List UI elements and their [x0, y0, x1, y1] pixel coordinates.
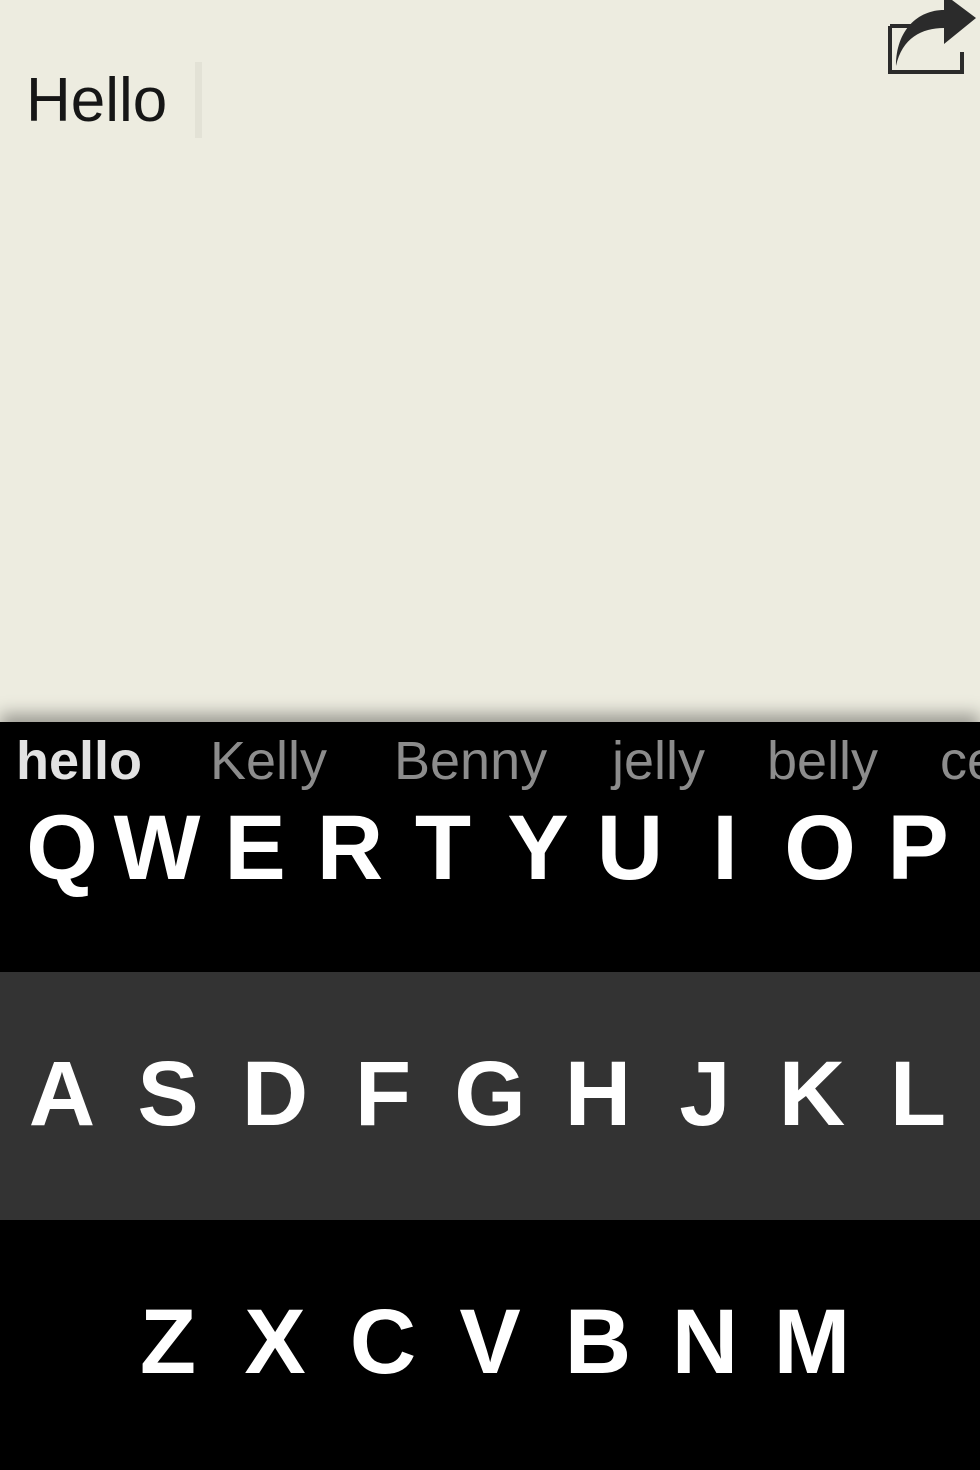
share-button[interactable]	[884, 0, 980, 80]
key-e[interactable]: E	[207, 798, 303, 898]
suggestion-item[interactable]: hello	[16, 728, 142, 794]
suggestion-item[interactable]: ce	[940, 728, 980, 794]
key-z[interactable]: Z	[120, 1292, 216, 1392]
text-cursor	[195, 62, 202, 138]
key-l[interactable]: L	[870, 1044, 966, 1144]
key-o[interactable]: O	[772, 798, 868, 898]
key-a[interactable]: A	[14, 1044, 110, 1144]
key-n[interactable]: N	[657, 1292, 753, 1392]
key-row-top: Q W E R T Y U I O P	[0, 798, 980, 972]
key-h[interactable]: H	[550, 1044, 646, 1144]
key-m[interactable]: M	[764, 1292, 860, 1392]
key-row-middle: A S D F G H J K L	[0, 972, 980, 1220]
key-c[interactable]: C	[335, 1292, 431, 1392]
key-i[interactable]: I	[677, 798, 773, 898]
key-k[interactable]: K	[764, 1044, 860, 1144]
key-s[interactable]: S	[120, 1044, 216, 1144]
note-text[interactable]: Hello	[26, 64, 167, 138]
key-t[interactable]: T	[395, 798, 491, 898]
key-w[interactable]: W	[109, 798, 205, 898]
key-b[interactable]: B	[550, 1292, 646, 1392]
key-f[interactable]: F	[335, 1044, 431, 1144]
suggestion-item[interactable]: Benny	[394, 728, 547, 794]
suggestion-bar: hello Kelly Benny jelly belly ce	[0, 722, 980, 802]
share-icon	[888, 0, 976, 74]
note-editor[interactable]: Hello	[0, 0, 980, 722]
key-d[interactable]: D	[227, 1044, 323, 1144]
key-r[interactable]: R	[302, 798, 398, 898]
key-row-bottom: Z X C V B N M	[0, 1220, 980, 1470]
suggestion-item[interactable]: Kelly	[210, 728, 327, 794]
key-j[interactable]: J	[657, 1044, 753, 1144]
key-g[interactable]: G	[442, 1044, 538, 1144]
key-y[interactable]: Y	[490, 798, 586, 898]
key-x[interactable]: X	[227, 1292, 323, 1392]
key-u[interactable]: U	[582, 798, 678, 898]
key-v[interactable]: V	[442, 1292, 538, 1392]
keyboard: hello Kelly Benny jelly belly ce Q W E R…	[0, 722, 980, 1470]
key-q[interactable]: Q	[14, 798, 110, 898]
key-p[interactable]: P	[870, 798, 966, 898]
suggestion-item[interactable]: jelly	[612, 728, 705, 794]
suggestion-item[interactable]: belly	[767, 728, 878, 794]
